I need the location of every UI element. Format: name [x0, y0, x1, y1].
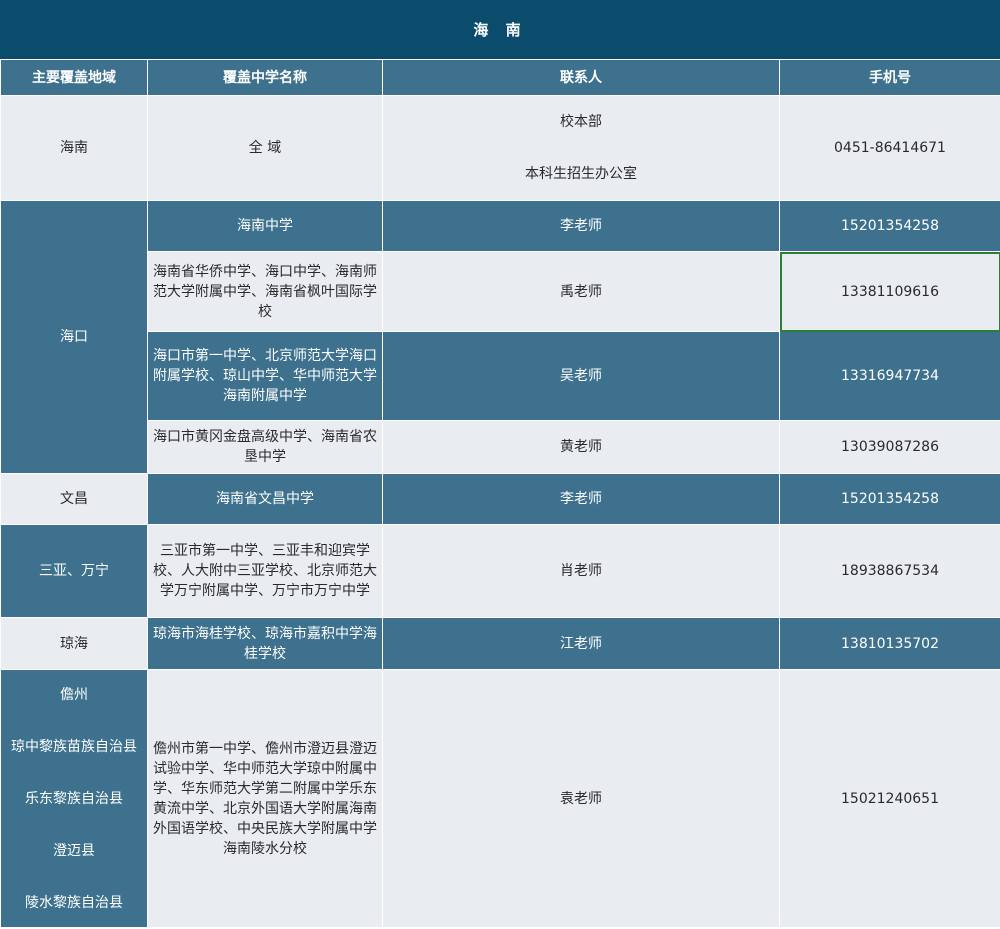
table-row: 海南省华侨中学、海口中学、海南师范大学附属中学、海南省枫叶国际学校 禹老师 13…	[1, 251, 1000, 332]
contact-cell: 校本部 本科生招生办公室	[382, 95, 780, 201]
contact-line: 校本部	[560, 114, 602, 130]
schools-cell: 海口市第一中学、北京师范大学海口附属学校、琼山中学、华中师范大学海南附属中学	[147, 331, 383, 421]
contact-cell: 禹老师	[382, 251, 780, 332]
region-line: 儋州	[60, 686, 88, 703]
table-row: 海口市第一中学、北京师范大学海口附属学校、琼山中学、华中师范大学海南附属中学 吴…	[1, 331, 1000, 421]
schools-cell: 海南省文昌中学	[147, 473, 383, 525]
table-row: 海口 海南中学 李老师 15201354258	[0, 200, 1000, 474]
contact-cell: 江老师	[382, 617, 780, 670]
col-header-phone: 手机号	[779, 59, 1000, 96]
region-cell: 海南	[0, 95, 148, 201]
region-cell: 文昌	[0, 473, 148, 525]
phone-cell: 13810135702	[779, 617, 1000, 670]
page: 海 南 主要覆盖地域 覆盖中学名称 联系人 手机号 海南 全 域 校本部 本科生…	[0, 0, 1000, 929]
region-line: 澄迈县	[53, 842, 95, 859]
table-row: 文昌 海南省文昌中学 李老师 15201354258	[0, 473, 1000, 525]
schools-cell: 海南省华侨中学、海口中学、海南师范大学附属中学、海南省枫叶国际学校	[147, 251, 383, 332]
schools-cell: 琼海市海桂学校、琼海市嘉积中学海桂学校	[147, 617, 383, 670]
col-header-schools: 覆盖中学名称	[147, 59, 383, 96]
table-row: 海南 全 域 校本部 本科生招生办公室 0451-86414671	[0, 95, 1000, 201]
schools-cell: 海口市黄冈金盘高级中学、海南省农垦中学	[147, 420, 383, 474]
region-line: 陵水黎族自治县	[25, 894, 123, 911]
table-row: 三亚、万宁 三亚市第一中学、三亚丰和迎宾学校、人大附中三亚学校、北京师范大学万宁…	[0, 524, 1000, 618]
phone-cell-selected[interactable]: 13381109616	[779, 251, 1000, 332]
region-line: 乐东黎族自治县	[25, 790, 123, 807]
header-row: 主要覆盖地域 覆盖中学名称 联系人 手机号	[0, 59, 1000, 96]
contact-cell: 吴老师	[382, 331, 780, 421]
region-cell: 儋州 琼中黎族苗族自治县 乐东黎族自治县 澄迈县 陵水黎族自治县	[0, 669, 148, 928]
contact-cell: 肖老师	[382, 524, 780, 618]
region-cell: 海口	[0, 200, 148, 474]
schools-cell: 海南中学	[147, 200, 383, 252]
contact-table: 主要覆盖地域 覆盖中学名称 联系人 手机号 海南 全 域 校本部 本科生招生办公…	[0, 59, 1000, 928]
phone-cell: 18938867534	[779, 524, 1000, 618]
contact-cell: 袁老师	[382, 669, 780, 928]
phone-cell: 15201354258	[779, 473, 1000, 525]
table-row: 琼海 琼海市海桂学校、琼海市嘉积中学海桂学校 江老师 13810135702	[0, 617, 1000, 670]
contact-cell: 黄老师	[382, 420, 780, 474]
col-header-contact: 联系人	[382, 59, 780, 96]
region-cell: 琼海	[0, 617, 148, 670]
phone-cell: 0451-86414671	[779, 95, 1000, 201]
schools-cell: 三亚市第一中学、三亚丰和迎宾学校、人大附中三亚学校、北京师范大学万宁附属中学、万…	[147, 524, 383, 618]
phone-cell: 13316947734	[779, 331, 1000, 421]
phone-cell: 15201354258	[779, 200, 1000, 252]
schools-cell: 全 域	[147, 95, 383, 201]
contact-cell: 李老师	[382, 200, 780, 252]
region-cell: 三亚、万宁	[0, 524, 148, 618]
contact-line: 本科生招生办公室	[525, 166, 637, 182]
table-row: 儋州 琼中黎族苗族自治县 乐东黎族自治县 澄迈县 陵水黎族自治县 儋州市第一中学…	[0, 669, 1000, 928]
contact-cell: 李老师	[382, 473, 780, 525]
phone-cell: 13039087286	[779, 420, 1000, 474]
schools-cell: 儋州市第一中学、儋州市澄迈县澄迈试验中学、华中师范大学琼中附属中学、华东师范大学…	[147, 669, 383, 928]
col-header-region: 主要覆盖地域	[0, 59, 148, 96]
phone-cell: 15021240651	[779, 669, 1000, 928]
table-row: 海口市黄冈金盘高级中学、海南省农垦中学 黄老师 13039087286	[1, 420, 1000, 474]
region-line: 琼中黎族苗族自治县	[11, 738, 137, 755]
page-title: 海 南	[0, 0, 1000, 59]
